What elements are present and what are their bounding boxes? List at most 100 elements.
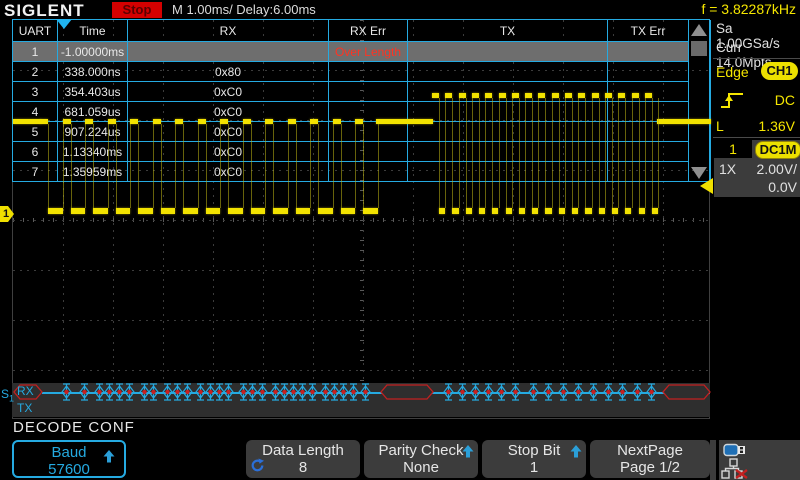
timebase-readout: M 1.00ms/ Delay:6.00ms	[172, 2, 316, 17]
uart-frame-marker-icon	[558, 383, 569, 401]
softkey-data-length[interactable]: Data Length8	[246, 440, 360, 478]
table-header-tx: TX	[408, 20, 608, 42]
table-cell-tx[interactable]	[408, 102, 608, 122]
table-cell-rx[interactable]	[128, 42, 329, 62]
table-cell-time[interactable]: 354.403us	[58, 82, 128, 102]
table-header-tx-err: TX Err	[608, 20, 689, 42]
table-cell-tx-err[interactable]	[608, 122, 689, 142]
table-cell-tx-err[interactable]	[608, 102, 689, 122]
sidebar-divider	[713, 58, 800, 59]
table-cell-rx[interactable]: 0x80	[128, 62, 329, 82]
table-cell-tx[interactable]	[408, 122, 608, 142]
softkey-parity-check[interactable]: Parity CheckNone	[364, 440, 478, 478]
table-cell-rx-err[interactable]	[329, 62, 408, 82]
trigger-position-marker-icon[interactable]	[56, 19, 72, 29]
table-cell-tx[interactable]	[408, 162, 608, 182]
table-row-index[interactable]: 5	[13, 122, 58, 142]
uart-frame-marker-icon	[257, 383, 268, 401]
table-header-rx: RX	[128, 20, 329, 42]
uart-frame-marker-icon	[223, 383, 234, 401]
uart-frame-marker-icon	[148, 383, 159, 401]
frequency-counter-readout: f = 3.82287kHz	[701, 1, 796, 17]
table-cell-rx-err[interactable]	[329, 162, 408, 182]
uart-frame-marker-icon	[543, 383, 554, 401]
menu-side-strip[interactable]	[710, 440, 716, 480]
decode-bus-panel: RXTX	[12, 383, 710, 417]
channel1-offset: 0.0V	[768, 179, 797, 195]
uart-frame-bubble	[380, 384, 434, 400]
table-cell-rx-err[interactable]: Over Length	[329, 42, 408, 62]
channel1-tab[interactable]: 1	[714, 140, 752, 158]
table-cell-rx[interactable]: 0xC0	[128, 102, 329, 122]
table-cell-tx-err[interactable]	[608, 42, 689, 62]
softkey-label: Parity Check	[364, 442, 478, 459]
table-cell-tx[interactable]	[408, 142, 608, 162]
table-row-index[interactable]: 2	[13, 62, 58, 82]
table-cell-rx-err[interactable]	[329, 122, 408, 142]
table-row-index[interactable]: 3	[13, 82, 58, 102]
run-state-badge[interactable]: Stop	[112, 2, 162, 18]
softkey-nextpage[interactable]: NextPagePage 1/2	[590, 440, 710, 478]
table-cell-time[interactable]: 338.000ns	[58, 62, 128, 82]
table-cell-rx[interactable]: 0xC0	[128, 142, 329, 162]
table-cell-rx[interactable]: 0xC0	[128, 162, 329, 182]
uart-frame-marker-icon	[360, 383, 371, 401]
softkey-label: Data Length	[246, 442, 360, 459]
table-row-index[interactable]: 1	[13, 42, 58, 62]
table-header-uart: UART	[13, 20, 58, 42]
scroll-down-icon[interactable]	[691, 167, 707, 179]
table-cell-tx[interactable]	[408, 82, 608, 102]
uart-frame-marker-icon	[528, 383, 539, 401]
table-scrollbar[interactable]	[689, 20, 711, 182]
table-row-index[interactable]: 6	[13, 142, 58, 162]
uart-frame-marker-icon	[617, 383, 628, 401]
table-cell-time[interactable]: 1.13340ms	[58, 142, 128, 162]
uart-frame-marker-icon	[457, 383, 468, 401]
table-cell-tx-err[interactable]	[608, 142, 689, 162]
lan-disconnected-icon	[721, 458, 751, 479]
table-cell-tx[interactable]	[408, 62, 608, 82]
gridline-h	[13, 220, 709, 221]
table-cell-time[interactable]: 1.35959ms	[58, 162, 128, 182]
io-status-panel	[719, 440, 800, 480]
table-cell-rx-err[interactable]	[329, 142, 408, 162]
scroll-up-icon[interactable]	[691, 24, 707, 36]
tx-bus-label: TX	[17, 402, 32, 415]
channel1-scale: 2.00V/	[757, 161, 797, 177]
table-cell-time[interactable]: 681.059us	[58, 102, 128, 122]
uart-frame-marker-icon	[182, 383, 193, 401]
table-row-index[interactable]: 4	[13, 102, 58, 122]
trigger-type-label: Edge	[716, 64, 749, 80]
gridline-h	[13, 320, 709, 321]
table-cell-rx-err[interactable]	[329, 82, 408, 102]
table-cell-tx-err[interactable]	[608, 62, 689, 82]
softkey-value: None	[364, 459, 478, 476]
uart-frame-marker-icon	[588, 383, 599, 401]
uart-decode-table[interactable]: UARTTimeRXRX ErrTXTX Err1-1.00000msOver …	[12, 19, 710, 182]
uart-frame-marker-icon	[470, 383, 481, 401]
table-cell-rx[interactable]: 0xC0	[128, 82, 329, 102]
trigger-level-label: L	[716, 118, 724, 134]
sidebar-divider	[713, 137, 800, 138]
table-cell-rx-err[interactable]	[329, 102, 408, 122]
softkey-baud[interactable]: Baud57600	[12, 440, 126, 478]
gridline-h	[13, 270, 709, 271]
uart-frame-marker-icon	[79, 383, 90, 401]
table-cell-time[interactable]: 907.224us	[58, 122, 128, 142]
trigger-source-badge: CH1	[761, 62, 798, 80]
table-row-index[interactable]: 7	[13, 162, 58, 182]
channel1-info-panel[interactable]: 1 DC1M 1X 2.00V/ 0.0V	[714, 140, 800, 197]
softkey-stop-bit[interactable]: Stop Bit1	[482, 440, 586, 478]
gridline-h	[13, 370, 709, 371]
table-cell-time[interactable]: -1.00000ms	[58, 42, 128, 62]
uart-frame-marker-icon	[646, 383, 657, 401]
up-arrow-icon	[103, 450, 115, 467]
table-cell-tx-err[interactable]	[608, 162, 689, 182]
table-cell-rx[interactable]: 0xC0	[128, 122, 329, 142]
trigger-level-value: 1.36V	[758, 118, 795, 134]
scrollbar-thumb[interactable]	[691, 41, 707, 56]
table-cell-tx[interactable]	[408, 42, 608, 62]
usb-device-icon	[723, 443, 747, 457]
uart-frame-marker-icon	[443, 383, 454, 401]
table-cell-tx-err[interactable]	[608, 82, 689, 102]
